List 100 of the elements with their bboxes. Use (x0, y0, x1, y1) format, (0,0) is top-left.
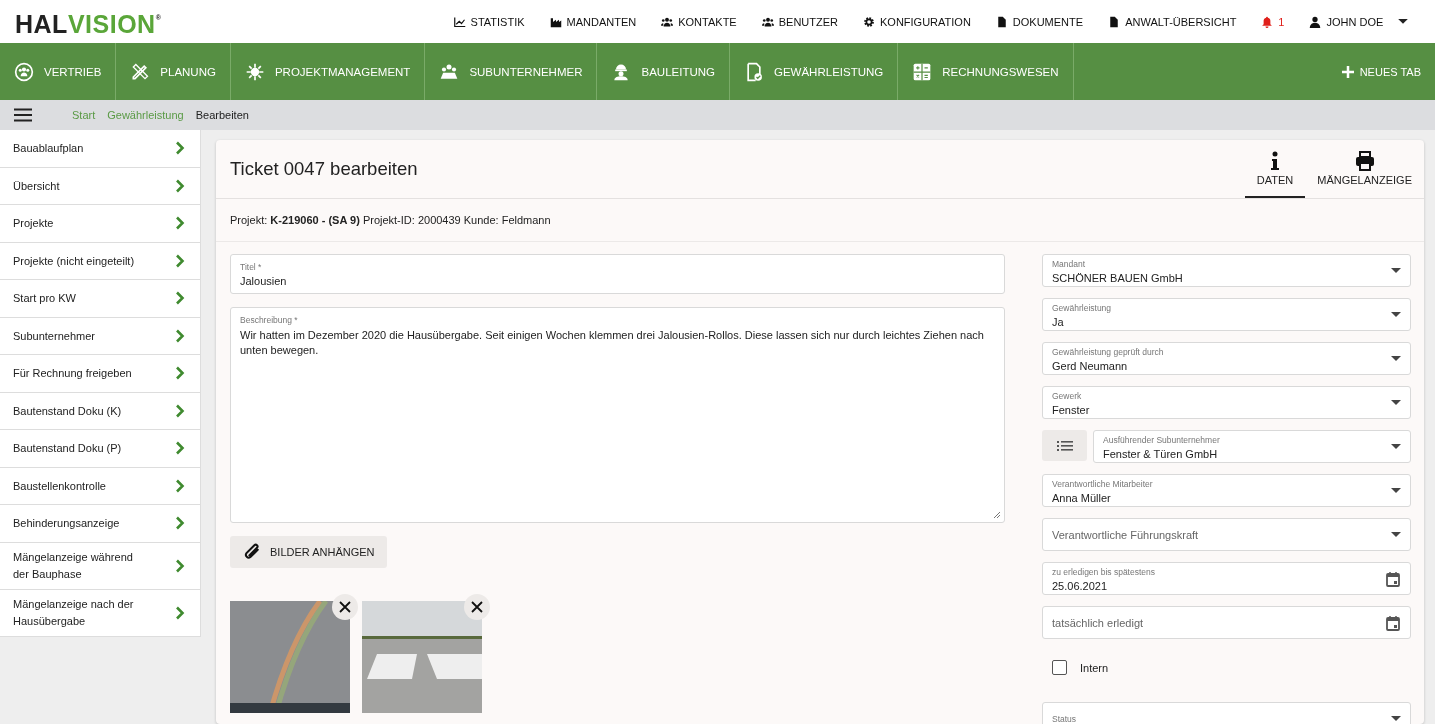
users-icon (661, 15, 674, 28)
field-label: zu erledigen bis spätestens (1052, 566, 1155, 577)
dropdown-caret-icon (1391, 268, 1401, 274)
remove-image-button[interactable] (464, 594, 490, 620)
top-menu-link[interactable]: BENUTZER (749, 15, 851, 28)
document-check-icon (744, 61, 764, 82)
logo[interactable]: HALVISION$^{®}$ (15, 10, 162, 39)
resize-grip-icon[interactable] (993, 511, 1001, 519)
tab[interactable]: MÄNGELANZEIGE (1305, 151, 1424, 198)
remove-image-button[interactable] (332, 594, 358, 620)
field-label: Gewerk (1052, 390, 1083, 401)
project-info: Projekt: K-219060 - (SA 9) Projekt-ID: 2000439 Kunde: Feldmann (230, 214, 551, 226)
sidebar-item[interactable]: Bauablaufplan (0, 130, 200, 168)
top-menu-link[interactable]: MANDANTEN (537, 15, 649, 28)
date-field[interactable]: zu erledigen bis spätestens 25.06.2021 (1042, 562, 1411, 595)
chevron-right-icon (175, 178, 185, 193)
field-label: Gewährleistung geprüft durch (1052, 346, 1164, 357)
dropdown-caret-icon (1391, 488, 1401, 494)
select-field[interactable]: Gewerk Fenster (1042, 386, 1411, 419)
field-value: 25.06.2021 (1052, 579, 1109, 592)
calendar-icon (1385, 571, 1401, 587)
select-field[interactable]: Ausführender Subunternehmer Fenster & Türen GmbH (1093, 430, 1411, 463)
chart-icon (453, 15, 466, 28)
sidebar-item[interactable]: Für Rechnung freigeben (0, 355, 200, 393)
chevron-right-icon (175, 216, 185, 231)
select-field[interactable]: Mandant SCHÖNER BAUEN GmbH (1042, 254, 1411, 287)
date-field[interactable]: tatsächlich erledigt (1042, 606, 1411, 639)
select-field[interactable]: Gewährleistung geprüft durch Gerd Neumann (1042, 342, 1411, 375)
menu-icon[interactable] (14, 108, 32, 122)
chevron-right-icon (175, 366, 185, 381)
field-value: SCHÖNER BAUEN GmbH (1052, 271, 1183, 284)
top-menu-link[interactable]: KONTAKTE (648, 15, 750, 28)
chevron-right-icon (175, 291, 185, 306)
dropdown-caret-icon (1391, 716, 1401, 722)
checkbox-label: Intern (1080, 661, 1109, 674)
top-menu-link[interactable]: KONFIGURATION (850, 15, 984, 28)
bell-icon (1261, 15, 1274, 28)
sidebar-item[interactable]: Start pro KW (0, 280, 200, 318)
dropdown-caret-icon (1391, 444, 1401, 450)
field-value: Fenster & Türen GmbH (1103, 447, 1219, 460)
textarea-field[interactable]: Beschreibung * Wir hatten im Dezember 2020 die Hausübergabe. Seit einigen Wochen klemmen drei Jalousien-Rollos. Diese lassen sich nur durch leichtes Ziehen nach unten bewegen. (230, 307, 1005, 523)
select-field[interactable]: Verantwortliche Mitarbeiter Anna Müller (1042, 474, 1411, 507)
chevron-right-icon (175, 441, 185, 456)
sidebar-item[interactable]: Mängelanzeige nach der Hausübergabe (0, 589, 200, 637)
chevron-right-icon (175, 516, 185, 531)
chevron-right-icon (175, 403, 185, 418)
top-menu-link[interactable]: STATISTIK (441, 15, 538, 28)
field-value: Wir hatten im Dezember 2020 die Hausübergabe. Seit einigen Wochen klemmen drei Jalousien-Rollos. Diese lassen sich nur durch leichtes Ziehen nach unten bewegen. (240, 328, 985, 358)
chevron-right-icon (175, 558, 185, 573)
sidebar-item[interactable]: Bautenstand Doku (P) (0, 430, 200, 468)
caret-icon (1397, 18, 1408, 25)
field-placeholder: Verantwortliche Führungskraft (1052, 529, 1199, 541)
user-menu[interactable]: JOHN DOE (1297, 15, 1420, 28)
top-menu-link[interactable]: DOKUMENTE (983, 15, 1096, 28)
sidebar-item[interactable]: Projekte (0, 205, 200, 243)
top-menu-link[interactable]: ANWALT-ÜBERSICHT (1095, 15, 1249, 28)
sidebar-item[interactable]: Subunternehmer (0, 317, 200, 355)
field-label: Verantwortliche Mitarbeiter (1052, 478, 1153, 489)
sidebar-item[interactable]: Mängelanzeige während der Bauphase (0, 542, 200, 590)
chevron-right-icon (175, 605, 185, 620)
dropdown-caret-icon (1391, 356, 1401, 362)
document-icon (995, 15, 1008, 28)
factory-icon (549, 15, 562, 28)
plus-icon (1341, 65, 1354, 78)
chevron-right-icon (175, 141, 185, 156)
field-value: Fenster (1052, 403, 1090, 416)
dropdown-caret-icon (1391, 312, 1401, 318)
sidebar-item[interactable]: Baustellenkontrolle (0, 467, 200, 505)
sidebar-item[interactable]: Bautenstand Doku (K) (0, 392, 200, 430)
sidebar-item[interactable]: Übersicht (0, 167, 200, 205)
breadcrumb-link[interactable]: Bearbeiten (195, 109, 249, 121)
tab[interactable]: DATEN (1244, 151, 1306, 198)
calendar-icon (1385, 615, 1401, 631)
chevron-right-icon (175, 478, 185, 493)
field-value: Ja (1052, 315, 1065, 328)
field-label: Gewährleistung (1052, 302, 1112, 313)
users-icon (761, 15, 774, 28)
new-tab-button[interactable]: NEUES TAB (1327, 43, 1435, 100)
list-icon (1056, 439, 1073, 452)
close-icon (339, 601, 351, 613)
pencil-ruler-icon (130, 61, 151, 82)
sidebar-item[interactable]: Projekte (nicht eingeteilt) (0, 242, 200, 280)
sidebar-item[interactable]: Behinderungsanzeige (0, 505, 200, 543)
field-label: Mandant (1052, 258, 1087, 269)
user-icon (1309, 15, 1322, 28)
select-field[interactable]: Gewährleistung Ja (1042, 298, 1411, 331)
select-field[interactable]: Verantwortliche Führungskraft (1042, 518, 1411, 551)
settings-icon (863, 15, 875, 28)
chevron-right-icon (175, 328, 185, 343)
list-button[interactable] (1042, 430, 1087, 461)
printer-icon (1354, 151, 1375, 171)
field-label: Status (1052, 714, 1077, 724)
field-label: Titel * (240, 262, 263, 272)
text-field[interactable]: Titel * Jalousien (230, 254, 1005, 294)
chevron-right-icon (175, 253, 185, 268)
checkbox[interactable] (1052, 660, 1067, 675)
attach-images-button[interactable]: BILDER ANHÄNGEN (230, 536, 387, 568)
select-field[interactable]: Status (1042, 702, 1411, 724)
notification-link[interactable]: 1 (1248, 15, 1297, 28)
field-value: Anna Müller (1052, 491, 1112, 504)
